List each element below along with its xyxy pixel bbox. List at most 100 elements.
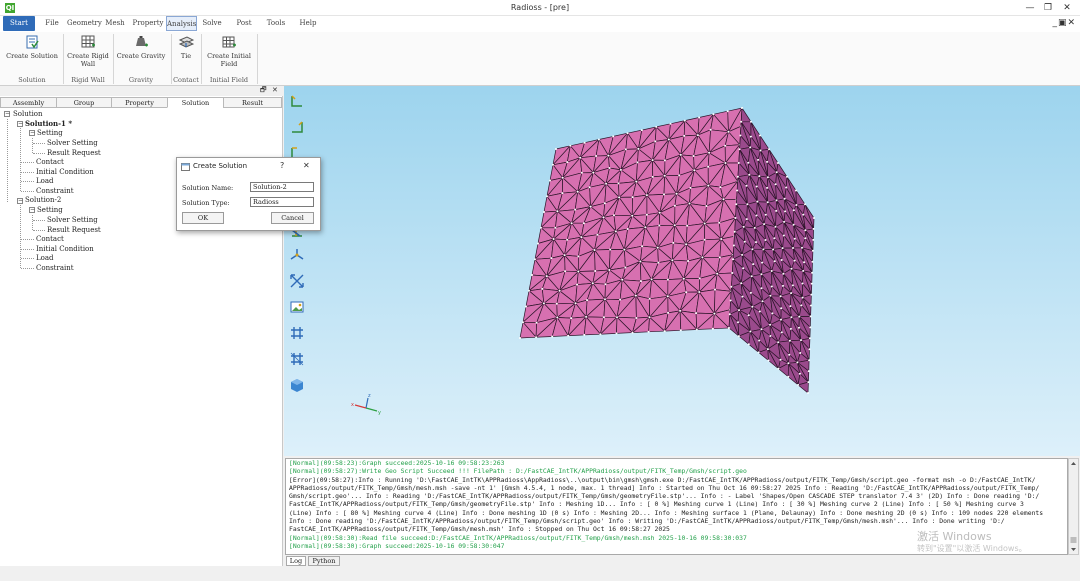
console-tab-log[interactable]: Log xyxy=(286,556,306,566)
tree-item-result-request[interactable]: Result Request xyxy=(47,226,101,235)
mesh-node xyxy=(792,247,794,249)
activate-windows-watermark: 激活 Windows xyxy=(917,530,992,543)
create-gravity-button[interactable]: Create Gravity xyxy=(114,34,168,74)
tab-property[interactable]: Property xyxy=(111,97,168,108)
solid-display-icon[interactable] xyxy=(291,379,303,392)
mesh-node xyxy=(574,302,577,305)
tree-item-load[interactable]: Load xyxy=(36,254,54,263)
tree-item-solution-2[interactable]: Solution-2 xyxy=(25,196,61,205)
mesh-node xyxy=(748,173,751,176)
menu-tools[interactable]: Tools xyxy=(264,16,288,31)
dialog-help-button[interactable]: ? xyxy=(280,161,284,170)
tree-item-solution-1[interactable]: Solution-1 * xyxy=(25,119,72,128)
mesh-node xyxy=(673,204,676,207)
mesh-node xyxy=(624,148,627,151)
mesh-node xyxy=(519,337,521,339)
tab-assembly[interactable]: Assembly xyxy=(0,97,57,108)
tree-item-initial-condition[interactable]: Initial Condition xyxy=(36,168,94,177)
mesh-display-icon[interactable] xyxy=(291,327,303,339)
tree-item-constraint[interactable]: Constraint xyxy=(36,264,74,273)
dock-float-button[interactable]: 🗗 xyxy=(260,86,267,97)
ok-button[interactable]: OK xyxy=(182,212,224,224)
dock-close-button[interactable]: ✕ xyxy=(272,86,278,94)
create-initial-field-button[interactable]: Create Initial Field xyxy=(202,34,256,74)
tab-solution[interactable]: Solution xyxy=(167,97,224,108)
menu-property[interactable]: Property xyxy=(131,16,165,31)
mesh-node xyxy=(683,119,686,122)
menu-geometry[interactable]: Geometry xyxy=(67,16,102,31)
mesh-node xyxy=(554,226,557,229)
menu-file[interactable]: File xyxy=(40,16,64,31)
mesh-node xyxy=(769,294,772,297)
tree-item-result-request[interactable]: Result Request xyxy=(47,149,101,158)
mesh-node xyxy=(798,326,800,329)
wireframe-icon[interactable] xyxy=(290,352,304,366)
mesh-node xyxy=(708,151,711,154)
tree-item-solver-setting[interactable]: Solver Setting xyxy=(47,216,98,225)
cancel-button[interactable]: Cancel xyxy=(271,212,314,224)
close-window-button[interactable]: ✕ xyxy=(1056,1,1078,15)
menu-start[interactable]: Start xyxy=(3,16,35,31)
mesh-front-face[interactable] xyxy=(519,107,743,339)
mesh-node xyxy=(755,241,757,244)
screenshot-icon[interactable] xyxy=(290,301,304,313)
create-solution-icon xyxy=(26,35,39,49)
tree-item-solution-root[interactable]: Solution xyxy=(13,110,43,119)
tree-item-constraint[interactable]: Constraint xyxy=(36,187,74,196)
menu-analysis[interactable]: Analysis xyxy=(166,16,197,31)
mesh-node xyxy=(616,316,618,319)
mdi-window-controls[interactable]: _▣✕ xyxy=(1052,18,1076,28)
create-solution-button[interactable]: Create Solution xyxy=(4,34,60,74)
tie-button[interactable]: Tie xyxy=(172,34,200,74)
menu-help[interactable]: Help xyxy=(297,16,319,31)
console-scrollbar[interactable] xyxy=(1068,458,1079,555)
mesh-node xyxy=(760,273,763,276)
menu-post[interactable]: Post xyxy=(233,16,255,31)
expand-toggle[interactable]: − xyxy=(4,111,10,117)
mesh-side-face[interactable] xyxy=(728,106,815,394)
mesh-node xyxy=(608,167,611,169)
expand-toggle[interactable]: − xyxy=(17,121,23,127)
fit-view-icon[interactable] xyxy=(290,274,304,288)
tree-item-load[interactable]: Load xyxy=(36,177,54,186)
tab-group[interactable]: Group xyxy=(56,97,112,108)
mesh-node xyxy=(566,238,569,241)
menu-mesh[interactable]: Mesh xyxy=(104,16,126,31)
menu-solve[interactable]: Solve xyxy=(200,16,224,31)
mesh-node xyxy=(813,217,815,219)
expand-toggle[interactable]: − xyxy=(17,198,23,204)
console-tab-python[interactable]: Python xyxy=(308,556,340,566)
dialog-close-button[interactable]: ✕ xyxy=(303,161,310,170)
tree-item-setting[interactable]: Setting xyxy=(37,129,63,138)
mesh-node xyxy=(689,186,692,189)
log-line: Gmsh/script.geo'... Info : Reading 'D:/F… xyxy=(289,492,1040,501)
expand-toggle[interactable]: − xyxy=(29,207,35,213)
mesh-node xyxy=(753,226,756,229)
tab-result[interactable]: Result xyxy=(223,97,282,108)
mesh-node xyxy=(759,134,761,137)
expand-toggle[interactable]: − xyxy=(29,130,35,136)
solution-name-input[interactable] xyxy=(250,182,314,192)
svg-text:z: z xyxy=(368,393,371,399)
create-rigid-wall-button[interactable]: Create Rigid Wall xyxy=(64,34,112,74)
tree-item-contact[interactable]: Contact xyxy=(36,158,64,167)
tree-item-solver-setting[interactable]: Solver Setting xyxy=(47,139,98,148)
mesh-node xyxy=(732,244,735,247)
tree-item-contact[interactable]: Contact xyxy=(36,235,64,244)
tree-item-setting[interactable]: Setting xyxy=(37,206,63,215)
mesh-node xyxy=(743,240,746,243)
view-iso-icon[interactable] xyxy=(290,249,304,260)
mesh-node xyxy=(594,270,597,272)
3d-viewport[interactable]: y z x xyxy=(284,86,1080,456)
mesh-node xyxy=(758,175,761,178)
mesh-node xyxy=(783,197,786,200)
mesh-node xyxy=(695,312,698,315)
mesh-node xyxy=(714,288,716,291)
mesh-node xyxy=(580,236,583,239)
view-front-icon[interactable] xyxy=(291,95,302,107)
mesh-node xyxy=(693,169,696,172)
solution-type-field[interactable] xyxy=(250,197,314,207)
tree-item-initial-condition[interactable]: Initial Condition xyxy=(36,245,94,254)
mesh-element xyxy=(740,106,752,123)
view-back-icon[interactable] xyxy=(292,121,303,133)
